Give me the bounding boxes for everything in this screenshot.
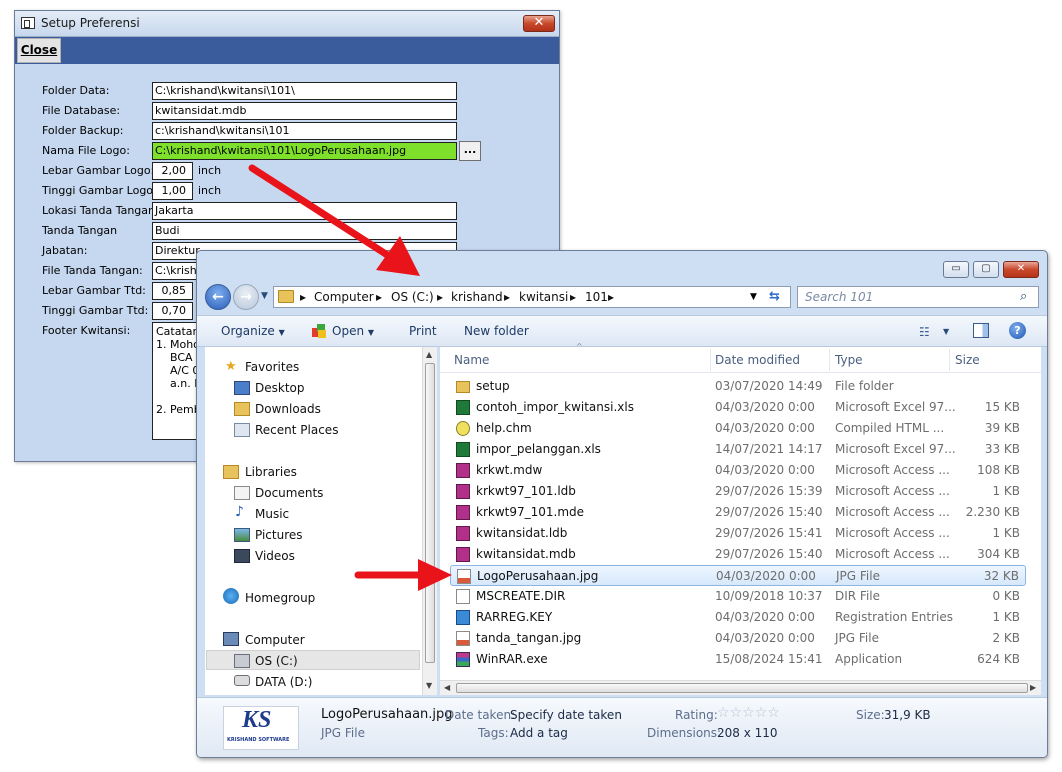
arrow-to-selected-file [354,559,452,591]
annotation-arrows [248,164,452,591]
arrow-logo-field-to-explorer [248,164,420,276]
